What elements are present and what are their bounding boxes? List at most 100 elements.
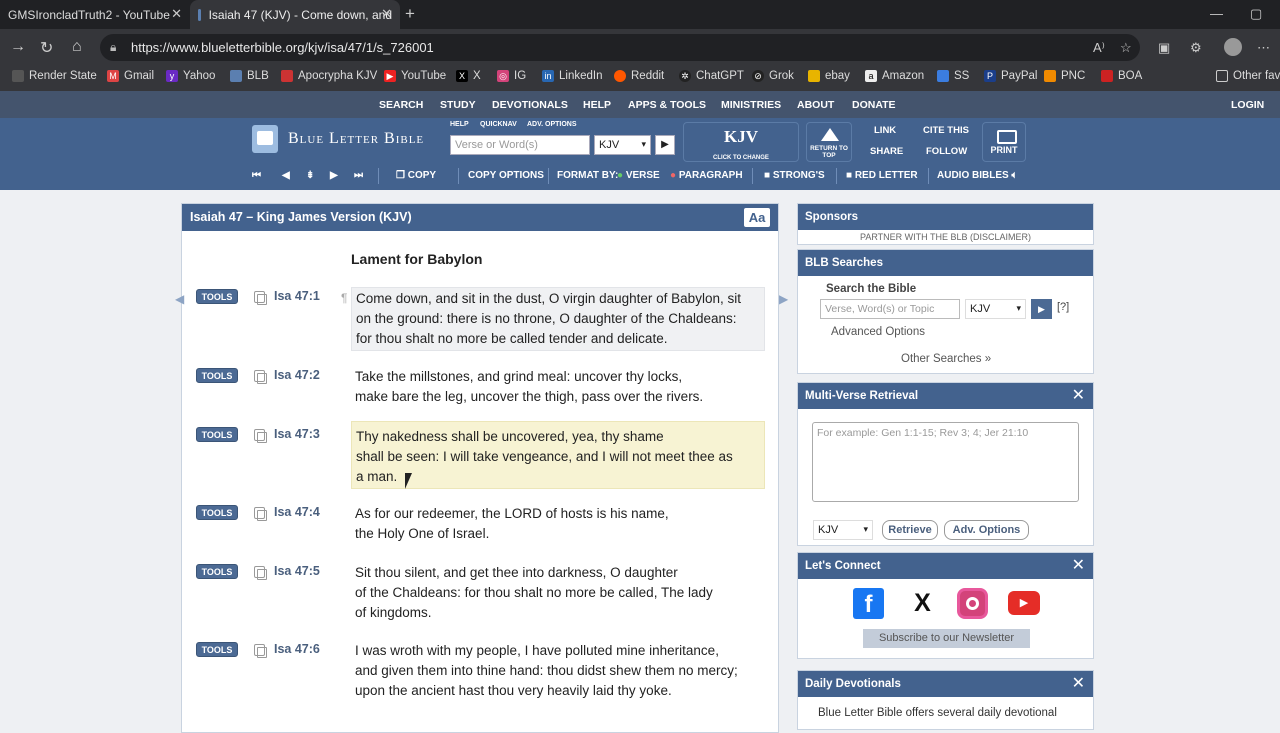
minimize-icon[interactable]: — bbox=[1210, 6, 1223, 21]
bookmark-ig[interactable]: ◎ IG bbox=[497, 70, 526, 82]
bookmark-ebay[interactable]: ebay bbox=[808, 70, 850, 82]
nav-ministries[interactable]: MINISTRIES bbox=[721, 99, 781, 111]
nav-study[interactable]: STUDY bbox=[440, 99, 476, 111]
bookmark-yahoo[interactable]: y Yahoo bbox=[166, 70, 215, 82]
nav-donate[interactable]: DONATE bbox=[852, 99, 896, 111]
close-icon[interactable]: ✕ bbox=[1072, 671, 1085, 697]
more-menu-icon[interactable]: ⋯ bbox=[1257, 40, 1270, 56]
copy-button[interactable]: ❐ COPY bbox=[396, 166, 436, 186]
bookmark-blb[interactable]: BLB bbox=[230, 70, 269, 82]
strongs-toggle[interactable]: ■ STRONG'S bbox=[764, 166, 825, 186]
red-letter-toggle[interactable]: ■ RED LETTER bbox=[846, 166, 918, 186]
link-button[interactable]: LINK bbox=[874, 125, 896, 136]
tools-button[interactable]: TOOLS bbox=[196, 289, 238, 304]
verse-ref[interactable]: Isa 47:1 bbox=[274, 289, 320, 303]
help-link[interactable]: HELP bbox=[450, 121, 469, 128]
bookmark-youtube[interactable]: ▶ YouTube bbox=[384, 70, 446, 82]
follow-button[interactable]: FOLLOW bbox=[926, 146, 967, 157]
copy-icon[interactable] bbox=[254, 644, 267, 658]
print-button[interactable]: PRINT bbox=[982, 122, 1026, 162]
newsletter-button[interactable]: Subscribe to our Newsletter bbox=[863, 629, 1030, 648]
other-searches-link[interactable]: Other Searches » bbox=[901, 353, 991, 365]
close-icon[interactable]: ✕ bbox=[1072, 553, 1085, 579]
bookmark-gmail[interactable]: M Gmail bbox=[107, 70, 154, 82]
x-icon[interactable]: X bbox=[907, 588, 938, 619]
close-icon[interactable]: ✕ bbox=[381, 6, 392, 22]
nav-apps-tools[interactable]: APPS & TOOLS bbox=[628, 99, 706, 111]
url-field[interactable]: 🔒︎ https://www.blueletterbible.org/kjv/i… bbox=[100, 34, 1140, 61]
extensions-icon[interactable]: ⚙ bbox=[1190, 40, 1202, 56]
last-chapter-icon[interactable]: ⏭ bbox=[354, 166, 363, 186]
copy-icon[interactable] bbox=[254, 566, 267, 580]
copy-options-button[interactable]: COPY OPTIONS bbox=[468, 166, 544, 186]
nav-search[interactable]: SEARCH bbox=[379, 99, 423, 111]
nav-devotionals[interactable]: DEVOTIONALS bbox=[492, 99, 568, 111]
tools-button[interactable]: TOOLS bbox=[196, 505, 238, 520]
tab-youtube[interactable]: GMSIroncladTruth2 - YouTube ✕ bbox=[0, 0, 190, 29]
bookmark-linkedin[interactable]: in LinkedIn bbox=[542, 70, 602, 82]
sponsors-link[interactable]: PARTNER WITH THE BLB (DISCLAIMER) bbox=[798, 232, 1093, 242]
reload-icon[interactable]: ↻ bbox=[40, 38, 53, 58]
prev-verse-arrow-icon[interactable]: ◀ bbox=[175, 292, 184, 306]
tab-isaiah[interactable]: Isaiah 47 (KJV) - Come down, and ✕ bbox=[190, 0, 400, 29]
youtube-icon[interactable]: ▶ bbox=[1008, 591, 1040, 615]
nav-about[interactable]: ABOUT bbox=[797, 99, 834, 111]
quicknav-link[interactable]: QUICKNAV bbox=[480, 121, 517, 128]
login-link[interactable]: LOGIN bbox=[1231, 99, 1264, 111]
tools-button[interactable]: TOOLS bbox=[196, 427, 238, 442]
bookmark-render-state[interactable]: Render State bbox=[12, 70, 97, 82]
adv-options-button[interactable]: Adv. Options bbox=[944, 520, 1029, 540]
verse-ref[interactable]: Isa 47:4 bbox=[274, 505, 320, 519]
new-tab-icon[interactable]: + bbox=[405, 4, 415, 24]
read-aloud-icon[interactable]: A⁾ bbox=[1093, 40, 1105, 56]
verse-ref[interactable]: Isa 47:6 bbox=[274, 642, 320, 656]
prev-chapter-icon[interactable]: ◀ bbox=[282, 166, 290, 186]
tools-button[interactable]: TOOLS bbox=[196, 642, 238, 657]
bookmark-apocrypha[interactable]: Apocrypha KJV bbox=[281, 70, 377, 82]
return-to-top-button[interactable]: RETURN TO TOP bbox=[806, 122, 852, 162]
site-logo[interactable]: Blue Letter Bible bbox=[288, 130, 424, 148]
font-size-button[interactable]: Aa bbox=[744, 208, 770, 227]
copy-icon[interactable] bbox=[254, 291, 267, 305]
close-icon[interactable]: ✕ bbox=[171, 6, 182, 22]
bookmark-ss[interactable]: SS bbox=[937, 70, 969, 82]
adv-options-link[interactable]: ADV. OPTIONS bbox=[527, 121, 577, 128]
next-verse-arrow-icon[interactable]: ▶ bbox=[779, 292, 788, 306]
profile-avatar[interactable] bbox=[1224, 38, 1242, 56]
multiverse-version-select[interactable]: KJV ▾ bbox=[813, 520, 873, 540]
bookmark-grok[interactable]: ⊘ Grok bbox=[752, 70, 794, 82]
tools-button[interactable]: TOOLS bbox=[196, 564, 238, 579]
home-icon[interactable]: ⌂ bbox=[72, 38, 82, 56]
first-chapter-icon[interactable]: ⏮ bbox=[252, 166, 261, 186]
bookmark-paypal[interactable]: P PayPal bbox=[984, 70, 1037, 82]
version-select[interactable]: KJV bbox=[594, 135, 651, 155]
copy-icon[interactable] bbox=[254, 507, 267, 521]
verse-ref[interactable]: Isa 47:2 bbox=[274, 368, 320, 382]
bookmark-chatgpt[interactable]: ✲ ChatGPT bbox=[679, 70, 744, 82]
instagram-icon[interactable] bbox=[957, 588, 988, 619]
back-icon[interactable]: → bbox=[10, 38, 26, 56]
bookmark-reddit[interactable]: Reddit bbox=[614, 70, 664, 82]
version-change-button[interactable]: KJV CLICK TO CHANGE bbox=[683, 122, 799, 162]
sidebar-search-button[interactable]: ▶ bbox=[1031, 299, 1052, 319]
sidebar-search-input[interactable]: Verse, Word(s) or Topic bbox=[820, 299, 960, 319]
bookmark-x[interactable]: XX bbox=[456, 70, 481, 82]
bookmark-other-favorites[interactable]: Other fav bbox=[1216, 70, 1280, 82]
search-help-link[interactable]: [?] bbox=[1057, 301, 1069, 313]
multiverse-textarea[interactable]: For example: Gen 1:1-15; Rev 3; 4; Jer 2… bbox=[812, 422, 1079, 502]
share-button[interactable]: SHARE bbox=[870, 146, 903, 157]
advanced-options-link[interactable]: Advanced Options bbox=[831, 326, 925, 338]
verse-ref[interactable]: Isa 47:5 bbox=[274, 564, 320, 578]
nav-help[interactable]: HELP bbox=[583, 99, 611, 111]
format-paragraph-option[interactable]: ● PARAGRAPH bbox=[670, 166, 743, 186]
verse-ref[interactable]: Isa 47:3 bbox=[274, 427, 320, 441]
bookmark-amazon[interactable]: a Amazon bbox=[865, 70, 924, 82]
format-verse-option[interactable]: ● VERSE bbox=[617, 166, 660, 186]
bookmark-boa[interactable]: BOA bbox=[1101, 70, 1142, 82]
facebook-icon[interactable]: f bbox=[853, 588, 884, 619]
collections-icon[interactable]: ▣ bbox=[1158, 40, 1170, 56]
sidebar-version-select[interactable]: KJV ▾ bbox=[965, 299, 1026, 319]
search-go-button[interactable]: ▶ bbox=[655, 135, 675, 155]
retrieve-button[interactable]: Retrieve bbox=[882, 520, 938, 540]
bookmark-pnc[interactable]: PNC bbox=[1044, 70, 1085, 82]
